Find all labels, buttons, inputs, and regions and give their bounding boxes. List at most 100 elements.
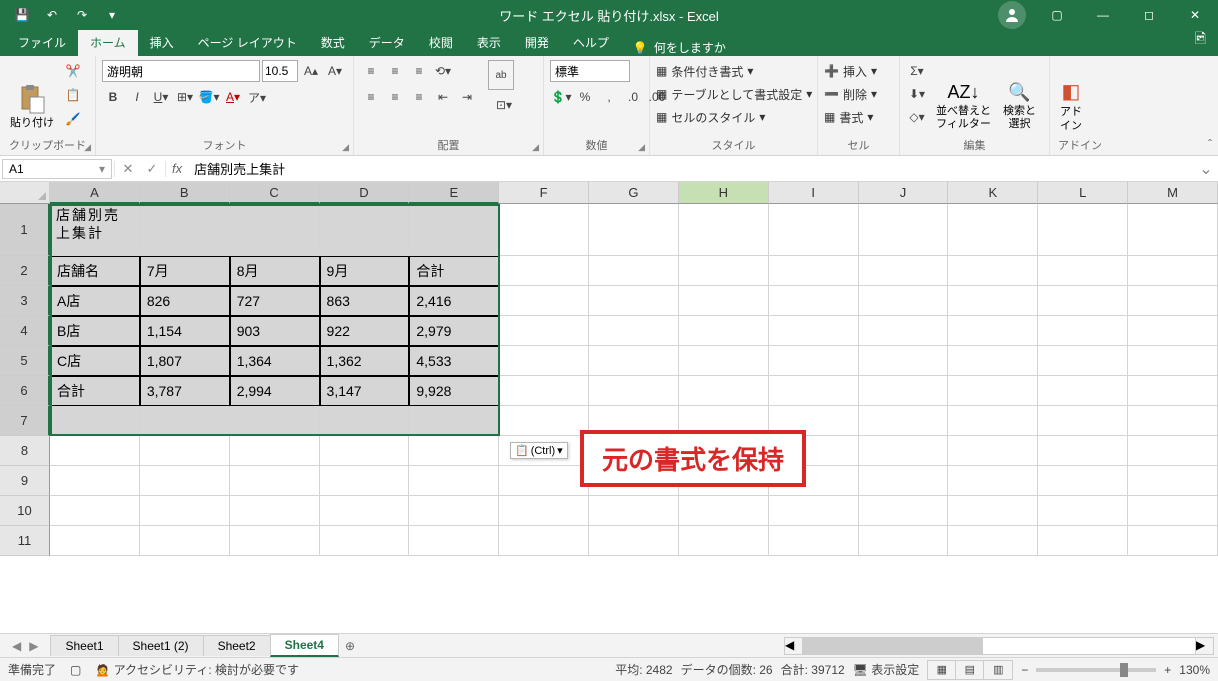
- cell[interactable]: 4,533: [409, 346, 499, 376]
- cell[interactable]: 1,807: [140, 346, 230, 376]
- cell[interactable]: 9,928: [409, 376, 499, 406]
- col-header-M[interactable]: M: [1128, 182, 1218, 204]
- increase-decimal-icon[interactable]: .0: [622, 86, 644, 108]
- format-cells-button[interactable]: ▦ 書式 ▾: [824, 106, 877, 128]
- column-headers[interactable]: ABCDEFGHIJKLM: [50, 182, 1218, 204]
- cell[interactable]: 合計: [409, 256, 499, 286]
- indent-decrease-icon[interactable]: ⇤: [432, 86, 454, 108]
- cell[interactable]: 2,416: [409, 286, 499, 316]
- cell[interactable]: [769, 286, 859, 316]
- merge-button[interactable]: ⊡▾: [488, 94, 520, 116]
- font-color-button[interactable]: A▾: [222, 86, 244, 108]
- tab-help[interactable]: ヘルプ: [561, 29, 621, 56]
- align-bottom-icon[interactable]: ≡: [408, 60, 430, 82]
- col-header-G[interactable]: G: [589, 182, 679, 204]
- cell[interactable]: [1128, 496, 1218, 526]
- col-header-L[interactable]: L: [1038, 182, 1128, 204]
- comma-format-icon[interactable]: ,: [598, 86, 620, 108]
- cell[interactable]: [499, 466, 589, 496]
- cell[interactable]: [230, 204, 320, 256]
- col-header-C[interactable]: C: [230, 182, 320, 204]
- new-sheet-icon[interactable]: ⊕: [338, 639, 362, 653]
- percent-format-icon[interactable]: %: [574, 86, 596, 108]
- cell[interactable]: [50, 496, 140, 526]
- row-header-6[interactable]: 6: [0, 376, 50, 406]
- cell[interactable]: [499, 406, 589, 436]
- cell[interactable]: [589, 376, 679, 406]
- cell[interactable]: [230, 526, 320, 556]
- cell[interactable]: [499, 376, 589, 406]
- next-sheet-icon[interactable]: ▶: [29, 639, 38, 653]
- cell[interactable]: [679, 496, 769, 526]
- cell[interactable]: [769, 526, 859, 556]
- cell[interactable]: [1038, 286, 1128, 316]
- row-header-1[interactable]: 1: [0, 204, 50, 256]
- cell[interactable]: [499, 286, 589, 316]
- cell[interactable]: [320, 496, 410, 526]
- name-box[interactable]: A1▾: [2, 159, 112, 179]
- cell[interactable]: [140, 204, 230, 256]
- cell[interactable]: 3,147: [320, 376, 410, 406]
- cell[interactable]: [409, 466, 499, 496]
- cell[interactable]: 1,362: [320, 346, 410, 376]
- tell-me-search[interactable]: 💡 何をしますか: [621, 39, 738, 56]
- cell[interactable]: [499, 526, 589, 556]
- cell[interactable]: [679, 316, 769, 346]
- minimize-icon[interactable]: —: [1080, 0, 1126, 30]
- bold-button[interactable]: B: [102, 86, 124, 108]
- cell[interactable]: [1038, 316, 1128, 346]
- page-break-view-icon[interactable]: ▥: [984, 661, 1012, 679]
- cell[interactable]: 2,994: [230, 376, 320, 406]
- cell[interactable]: 合計: [50, 376, 140, 406]
- cell[interactable]: [499, 346, 589, 376]
- page-layout-view-icon[interactable]: ▤: [956, 661, 984, 679]
- cell[interactable]: [1128, 376, 1218, 406]
- cell[interactable]: C店: [50, 346, 140, 376]
- qat-dropdown-icon[interactable]: ▾: [98, 3, 126, 27]
- horizontal-scrollbar[interactable]: ◀▶: [784, 637, 1214, 655]
- decrease-font-icon[interactable]: A▾: [324, 60, 346, 82]
- cell[interactable]: [589, 256, 679, 286]
- cell[interactable]: [320, 406, 410, 436]
- font-size-input[interactable]: [262, 60, 298, 82]
- cell[interactable]: [679, 204, 769, 256]
- enter-formula-icon[interactable]: ✓: [143, 161, 161, 177]
- cell[interactable]: [859, 466, 949, 496]
- cell[interactable]: [859, 286, 949, 316]
- col-header-F[interactable]: F: [499, 182, 589, 204]
- cell[interactable]: B店: [50, 316, 140, 346]
- cell[interactable]: [1038, 256, 1128, 286]
- insert-cells-button[interactable]: ➕ 挿入 ▾: [824, 60, 877, 82]
- orientation-icon[interactable]: ⟲▾: [432, 60, 454, 82]
- zoom-out-icon[interactable]: −: [1021, 663, 1028, 677]
- phonetic-button[interactable]: ア▾: [246, 86, 268, 108]
- cancel-formula-icon[interactable]: ✕: [119, 161, 137, 177]
- fill-color-button[interactable]: 🪣▾: [198, 86, 220, 108]
- cell[interactable]: [948, 526, 1038, 556]
- cell[interactable]: [499, 316, 589, 346]
- cell-styles-button[interactable]: ▦ セルのスタイル ▾: [656, 106, 812, 128]
- dialog-launcher-icon[interactable]: ◢: [342, 142, 349, 153]
- conditional-formatting-button[interactable]: ▦ 条件付き書式 ▾: [656, 60, 812, 82]
- cell[interactable]: [1038, 466, 1128, 496]
- cell[interactable]: [859, 526, 949, 556]
- cell[interactable]: [1038, 526, 1128, 556]
- fill-icon[interactable]: ⬇▾: [906, 83, 928, 105]
- formula-input[interactable]: [188, 161, 1194, 176]
- tab-insert[interactable]: 挿入: [138, 29, 186, 56]
- cell[interactable]: 8月: [230, 256, 320, 286]
- cell[interactable]: 店舗別売上集計: [50, 204, 140, 256]
- increase-font-icon[interactable]: A▴: [300, 60, 322, 82]
- cell[interactable]: [589, 286, 679, 316]
- sheet-tab-1[interactable]: Sheet1: [50, 635, 118, 656]
- cell[interactable]: [1038, 436, 1128, 466]
- cell[interactable]: [859, 316, 949, 346]
- cell[interactable]: [320, 204, 410, 256]
- col-header-B[interactable]: B: [140, 182, 230, 204]
- cell[interactable]: [948, 256, 1038, 286]
- cell[interactable]: [948, 316, 1038, 346]
- dialog-launcher-icon[interactable]: ◢: [638, 142, 645, 153]
- col-header-D[interactable]: D: [320, 182, 410, 204]
- cell[interactable]: 826: [140, 286, 230, 316]
- italic-button[interactable]: I: [126, 86, 148, 108]
